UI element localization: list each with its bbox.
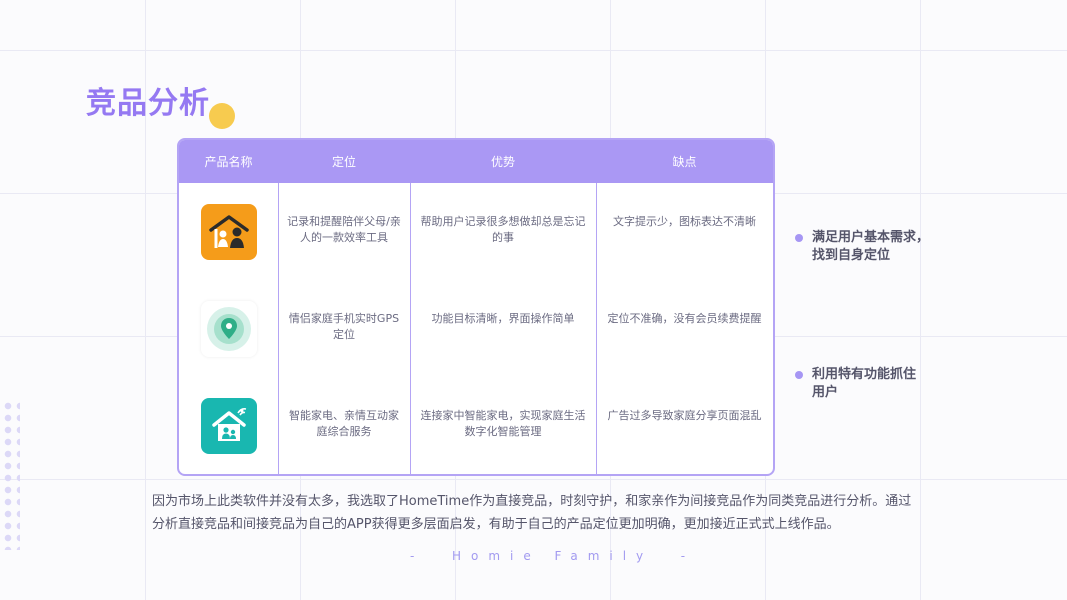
title-decoration-dot [209,103,235,129]
advantage-cell: 功能目标清晰，界面操作简单 [431,312,575,325]
competitor-table: 产品名称 定位 优势 缺点 记录和提醒陪伴父母/亲人的一款效率工具 帮助用户记录… [177,138,775,476]
table-row: 记录和提醒陪伴父母/亲人的一款效率工具 帮助用户记录很多想做却总是忘记的事 文字… [179,183,773,280]
position-cell: 记录和提醒陪伴父母/亲人的一款效率工具 [287,215,401,244]
bullet-point: 利用特有功能抓住 用户 [795,366,917,402]
disadvantage-cell: 文字提示少，图标表达不清晰 [613,215,756,228]
home-family-app-icon [200,203,257,260]
disadvantage-cell: 定位不准确，没有会员续费提醒 [607,312,762,325]
table-row: 情侣家庭手机实时GPS定位 功能目标清晰，界面操作简单 定位不准确，没有会员续费… [179,280,773,377]
column-divider [596,183,597,474]
table-body: 记录和提醒陪伴父母/亲人的一款效率工具 帮助用户记录很多想做却总是忘记的事 文字… [179,183,773,474]
bullet-dot-icon [795,234,803,242]
bullet-text-line: 利用特有功能抓住 [812,367,917,382]
analysis-paragraph: 因为市场上此类软件并没有太多，我选取了HomeTime作为直接竞品，时刻守护，和… [152,494,912,532]
bullet-point: 满足用户基本需求， 找到自身定位 [795,229,930,265]
product-cell [179,377,278,474]
smart-home-app-icon [200,397,257,454]
disadvantage-cell: 广告过多导致家庭分享页面混乱 [607,409,762,422]
header-advantage: 优势 [490,155,515,169]
bullet-text-line: 满足用户基本需求， [812,230,930,245]
product-cell [179,183,278,280]
table-header: 产品名称 定位 优势 缺点 [179,140,773,183]
bullet-text-line: 用户 [812,385,839,400]
product-cell [179,280,278,377]
footer-brand: - Homie Family - [410,549,696,563]
header-product-name: 产品名称 [204,155,253,169]
header-disadvantage: 缺点 [672,155,697,169]
header-position: 定位 [331,155,356,169]
table-row: 智能家电、亲情互动家庭综合服务 连接家中智能家电，实现家庭生活数字化智能管理 广… [179,377,773,474]
column-divider [410,183,411,474]
position-cell: 智能家电、亲情互动家庭综合服务 [289,409,399,438]
bullet-dot-icon [795,371,803,379]
bullet-text-line: 找到自身定位 [812,248,891,263]
location-pin-app-icon [200,300,257,357]
column-divider [278,183,279,474]
advantage-cell: 帮助用户记录很多想做却总是忘记的事 [420,215,586,244]
decorative-dot-pattern [0,400,20,550]
advantage-cell: 连接家中智能家电，实现家庭生活数字化智能管理 [420,409,586,438]
position-cell: 情侣家庭手机实时GPS定位 [288,312,400,341]
page-title: 竞品分析 [86,86,210,121]
